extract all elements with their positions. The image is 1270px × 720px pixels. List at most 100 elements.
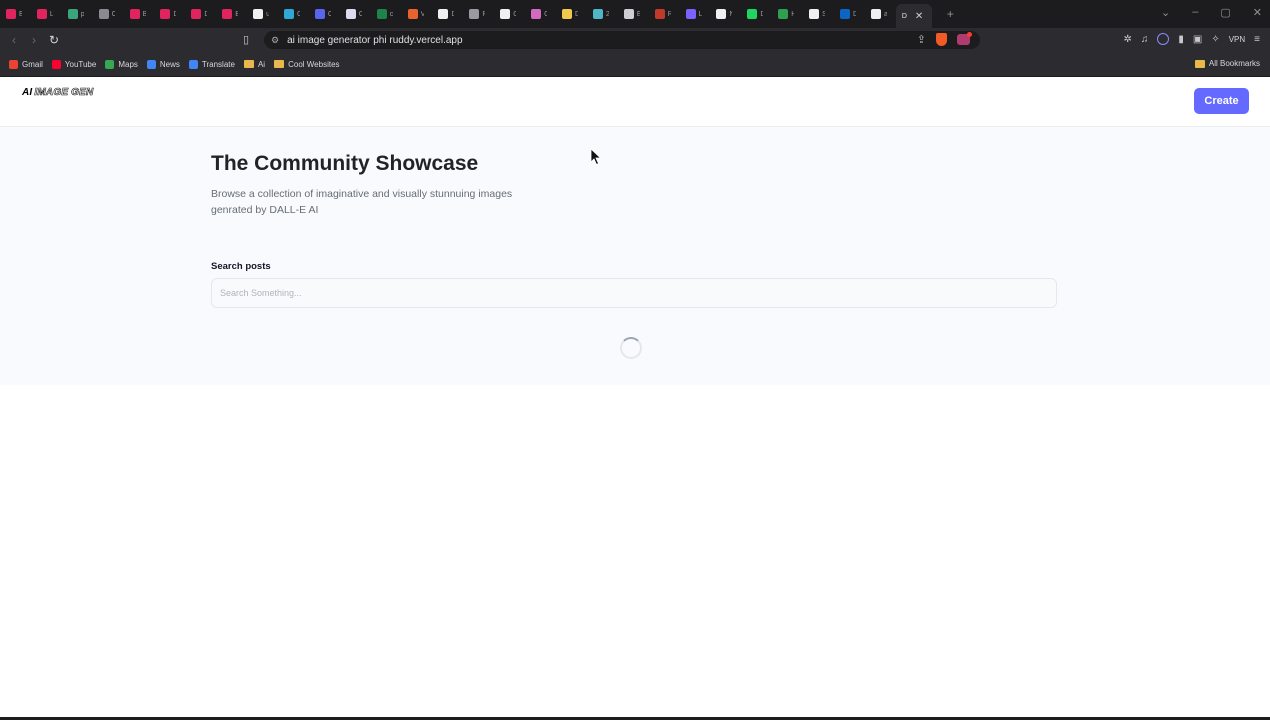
browser-tab[interactable]: G — [525, 4, 547, 24]
browser-tab[interactable]: V — [402, 4, 424, 24]
browser-tab[interactable]: p — [62, 4, 84, 24]
site-logo[interactable]: AI IMAGE GEN — [22, 87, 94, 99]
browser-tab[interactable]: R — [463, 4, 485, 24]
browser-tab[interactable]: 2 — [587, 4, 609, 24]
browser-tab[interactable]: E — [0, 4, 22, 24]
minimize-icon[interactable]: – — [1192, 6, 1198, 19]
tab-label: B — [235, 10, 239, 18]
download-icon[interactable] — [1157, 33, 1170, 45]
bookmark-label: News — [159, 59, 180, 69]
tab-favicon-icon — [222, 9, 233, 19]
browser-tab[interactable]: E — [618, 4, 640, 24]
browser-tab[interactable]: c — [371, 4, 393, 24]
bookmark-favicon-icon — [9, 59, 18, 69]
browser-tab[interactable]: B — [124, 4, 146, 24]
bookmark-page-icon[interactable]: ▯ — [243, 33, 255, 47]
brave-shield-icon[interactable] — [936, 33, 947, 46]
close-tab-icon[interactable]: ✕ — [915, 11, 923, 22]
tab-label: C — [327, 10, 331, 18]
tab-favicon-icon — [314, 9, 325, 19]
search-input[interactable] — [211, 278, 1057, 308]
browser-tab[interactable]: D — [741, 4, 763, 24]
browser-tab[interactable]: u — [247, 4, 269, 24]
tab-search-chevron-icon[interactable]: ⌄ — [1161, 6, 1170, 19]
mouse-cursor-icon — [590, 148, 602, 166]
bookmark-item[interactable]: News — [146, 59, 180, 69]
browser-tab[interactable]: B — [216, 4, 238, 24]
browser-toolbar: ‹ › ↻ ▯ ⚙ ai image generator phi ruddy.v… — [0, 28, 1270, 52]
bookmark-item[interactable]: Maps — [105, 59, 138, 69]
media-control-icon[interactable]: ♫ — [1141, 34, 1149, 45]
site-info-icon[interactable]: ⚙ — [271, 35, 279, 46]
menu-hamburger-icon[interactable]: ≡ — [1254, 34, 1260, 45]
tab-label: L — [698, 10, 702, 18]
browser-tab[interactable]: L — [680, 4, 702, 24]
bookmark-item[interactable]: Gmail — [9, 59, 43, 69]
browser-tab[interactable]: C — [93, 4, 115, 24]
browser-tab[interactable]: C — [278, 4, 300, 24]
extensions-puzzle-icon[interactable]: ✲ — [1123, 34, 1131, 45]
leo-ai-icon[interactable]: ✧ — [1211, 34, 1219, 45]
browser-tab[interactable]: C — [340, 4, 362, 24]
bookmark-label: Maps — [118, 59, 138, 69]
active-tab[interactable]: D ✕ — [895, 4, 932, 28]
browser-tab[interactable]: N — [710, 4, 732, 24]
bookmark-item[interactable]: YouTube — [51, 59, 97, 69]
bookmark-favicon-icon — [105, 59, 115, 69]
tab-label: R — [482, 10, 486, 18]
browser-tab[interactable]: L — [31, 4, 53, 24]
all-bookmarks-button[interactable]: All Bookmarks — [1194, 59, 1260, 68]
tab-favicon-icon — [685, 9, 696, 19]
browser-tab[interactable]: a — [865, 4, 887, 24]
tab-label: V — [420, 10, 424, 18]
logo-image-gen-text: IMAGE GEN — [34, 87, 94, 99]
bookmark-label: Ai — [257, 59, 266, 69]
sidebar-icon[interactable]: ▮ — [1178, 34, 1184, 45]
tab-label: E — [19, 10, 22, 18]
bookmark-favicon-icon — [188, 59, 198, 69]
browser-tab[interactable]: D — [154, 4, 176, 24]
vpn-button[interactable]: VPN — [1229, 35, 1245, 44]
tab-favicon-icon — [500, 9, 511, 19]
new-tab-button[interactable]: + — [947, 7, 954, 21]
forward-arrow-icon[interactable]: › — [24, 33, 44, 47]
extension-icons: ✲ ♫ ▮ ▣ ✧ VPN ≡ — [1123, 33, 1260, 45]
back-arrow-icon[interactable]: ‹ — [4, 33, 24, 47]
browser-tab[interactable]: S — [803, 4, 825, 24]
all-bookmarks-label: All Bookmarks — [1208, 59, 1260, 68]
browser-tab[interactable]: C — [494, 4, 516, 24]
browser-tab[interactable]: D — [556, 4, 578, 24]
bookmark-label: YouTube — [64, 59, 97, 69]
tab-label: C — [358, 10, 362, 18]
maximize-icon[interactable]: ▢ — [1220, 6, 1230, 19]
close-window-icon[interactable]: ✕ — [1253, 6, 1262, 19]
url-text[interactable]: ai image generator phi ruddy.vercel.app — [287, 35, 462, 46]
tab-favicon-icon — [253, 9, 264, 19]
tab-favicon-icon — [778, 9, 789, 19]
wallet-icon[interactable]: ▣ — [1193, 34, 1202, 45]
reload-icon[interactable]: ↻ — [44, 33, 64, 47]
browser-tab[interactable]: D — [185, 4, 207, 24]
share-icon[interactable]: ⇪ — [917, 33, 926, 46]
create-button[interactable]: Create — [1194, 88, 1249, 114]
bookmarks-bar: Gmail YouTube Maps News Translate Ai Cool Webs… — [0, 52, 1270, 77]
tab-favicon-icon — [562, 9, 573, 19]
browser-tab[interactable]: D — [432, 4, 454, 24]
tab-label: D — [853, 10, 857, 18]
bookmark-item[interactable]: Ai — [243, 59, 266, 69]
folder-icon — [1194, 59, 1205, 68]
bookmark-item[interactable]: Cool Websites — [274, 60, 340, 69]
address-bar-actions: ⇪ — [917, 32, 972, 46]
bookmark-item[interactable]: Translate — [188, 59, 235, 69]
browser-tab[interactable]: C — [309, 4, 331, 24]
browser-tab[interactable]: H — [772, 4, 794, 24]
browser-tab[interactable]: D — [834, 4, 856, 24]
bookmark-label: Gmail — [22, 59, 43, 69]
tab-label: B — [142, 10, 146, 18]
address-bar[interactable]: ⚙ ai image generator phi ruddy.vercel.ap… — [264, 31, 980, 49]
tab-favicon-icon — [160, 9, 171, 19]
brave-rewards-icon[interactable] — [957, 32, 972, 45]
tab-favicon-icon — [747, 9, 758, 19]
page-title: The Community Showcase — [211, 152, 479, 175]
browser-tab[interactable]: R — [649, 4, 671, 24]
